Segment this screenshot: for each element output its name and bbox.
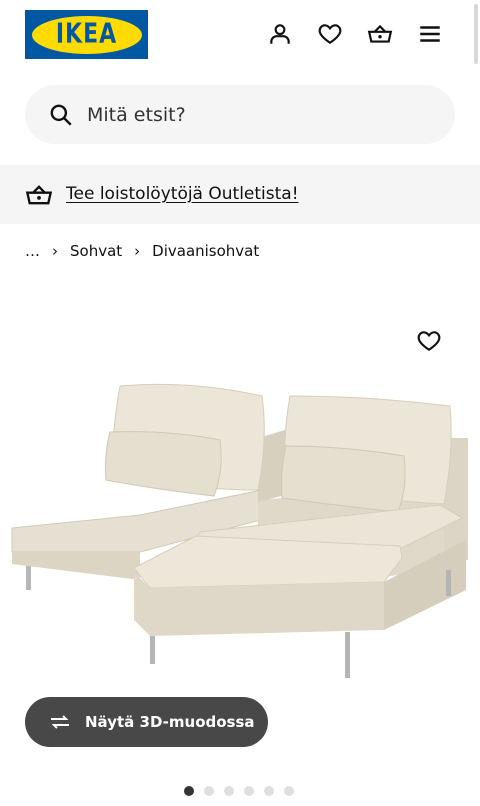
logo-oval: IKEA xyxy=(31,15,142,54)
sofa-leg xyxy=(446,570,451,596)
scatter-cushion-left xyxy=(105,431,222,497)
pagination-dot[interactable] xyxy=(204,786,214,796)
view-3d-label: Näytä 3D-muodossa xyxy=(85,713,255,731)
account-icon[interactable] xyxy=(266,20,294,48)
pagination-dot[interactable] xyxy=(224,786,234,796)
logo-text: IKEA xyxy=(55,18,118,51)
chevron-right-icon: › xyxy=(52,242,58,260)
pagination-dot[interactable] xyxy=(284,786,294,796)
breadcrumb-sofas[interactable]: Sohvat xyxy=(70,242,122,260)
breadcrumb-ellipsis[interactable]: … xyxy=(25,242,40,260)
outlet-banner: Tee loistolöytöjä Outletista! xyxy=(0,165,480,224)
search-icon xyxy=(50,104,72,126)
basket-icon[interactable] xyxy=(366,20,394,48)
gallery-pagination xyxy=(184,786,294,796)
outlet-link[interactable]: Tee loistolöytöjä Outletista! xyxy=(66,165,299,224)
breadcrumb: … › Sohvat › Divaanisohvat xyxy=(25,240,259,262)
view-3d-button[interactable]: Näytä 3D-muodossa xyxy=(25,697,268,747)
pagination-dot[interactable] xyxy=(264,786,274,796)
ikea-logo[interactable]: IKEA xyxy=(25,10,148,59)
menu-icon[interactable] xyxy=(416,20,444,48)
pagination-dot[interactable] xyxy=(184,786,194,796)
scrollbar[interactable] xyxy=(474,4,478,64)
search-input[interactable] xyxy=(87,85,427,144)
sofa-leg xyxy=(345,632,350,678)
breadcrumb-chaise-sofas[interactable]: Divaanisohvat xyxy=(152,242,259,260)
heart-icon xyxy=(417,331,441,351)
site-header: IKEA xyxy=(0,0,480,72)
sofa-leg xyxy=(150,636,155,664)
pagination-dot[interactable] xyxy=(244,786,254,796)
search-bar[interactable] xyxy=(25,85,455,144)
product-page: IKEA Mitä etsit? Tee loistolöytöjä Outle… xyxy=(0,0,480,806)
favourite-button[interactable] xyxy=(416,328,444,356)
rotate-3d-icon xyxy=(51,715,69,729)
chaise-cushion xyxy=(133,535,403,589)
basket-icon xyxy=(25,185,53,205)
chevron-right-icon: › xyxy=(134,242,141,260)
heart-icon[interactable] xyxy=(316,20,344,48)
